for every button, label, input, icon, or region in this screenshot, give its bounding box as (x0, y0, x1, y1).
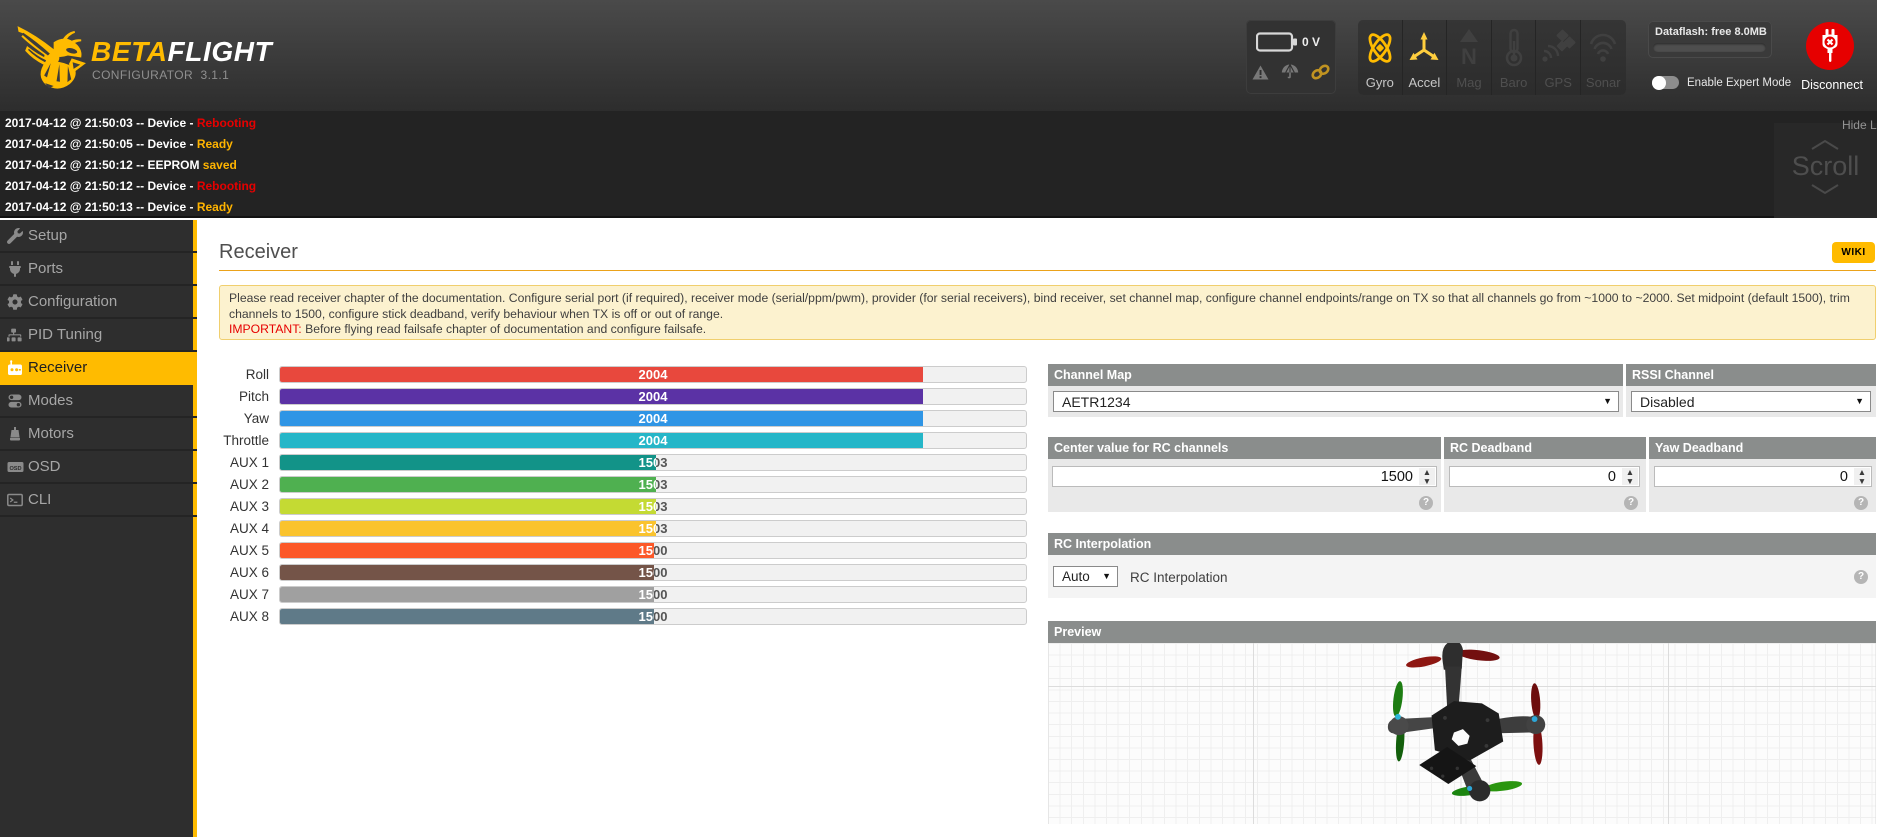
svg-text:OSD: OSD (9, 466, 21, 472)
svg-text:N: N (1461, 44, 1477, 69)
